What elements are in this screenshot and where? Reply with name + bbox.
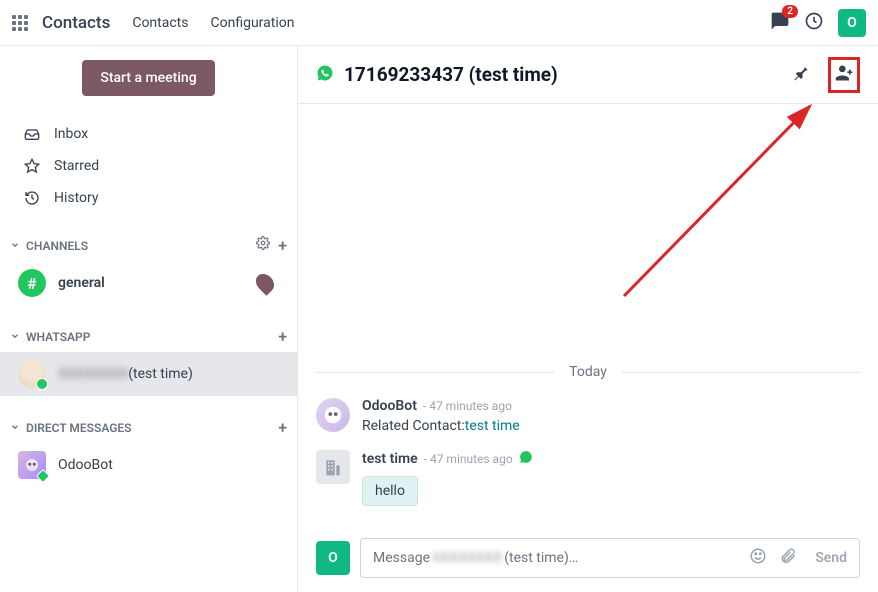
message-contact: test time 47 minutes ago hello (316, 450, 860, 506)
dm-odoobot[interactable]: OdooBot (0, 443, 297, 487)
add-channel-icon[interactable]: + (278, 236, 287, 255)
dm-name: OdooBot (58, 457, 113, 473)
pin-icon[interactable] (792, 64, 810, 86)
chevron-down-icon (10, 330, 20, 344)
send-button[interactable]: Send (815, 550, 847, 566)
input-placeholder: Message XXXXXXXX (test time)… (373, 550, 749, 566)
app-title[interactable]: Contacts (42, 13, 110, 33)
apps-grid-icon[interactable] (12, 15, 28, 31)
message-author: test time (362, 451, 418, 467)
hash-icon: # (18, 269, 46, 297)
chat-title: 17169233437 (test time) (344, 63, 558, 86)
contact-name-hidden: XXXXXXXX (58, 366, 128, 382)
composer-avatar: O (316, 541, 350, 575)
message-bubble: hello (362, 476, 418, 506)
message-author: OdooBot (362, 398, 417, 414)
start-meeting-button[interactable]: Start a meeting (82, 60, 214, 96)
related-contact-link[interactable]: test time (465, 418, 520, 434)
messages-badge: 2 (782, 5, 798, 18)
nav-contacts[interactable]: Contacts (132, 15, 188, 31)
chat-header: 17169233437 (test time) (298, 46, 878, 104)
message-input[interactable]: Message XXXXXXXX (test time)… Send (360, 538, 860, 578)
whatsapp-icon (519, 450, 533, 468)
top-header: Contacts Contacts Configuration 2 O (0, 0, 878, 46)
inbox-icon (24, 126, 40, 142)
attachment-icon[interactable] (779, 547, 797, 569)
section-channels-header[interactable]: CHANNELS + (0, 230, 297, 261)
contact-name-suffix: (test time) (128, 366, 193, 382)
bot-avatar-icon (316, 398, 350, 432)
nav-configuration[interactable]: Configuration (211, 15, 295, 31)
emoji-icon[interactable] (749, 547, 767, 569)
message-text: Related Contact:test time (362, 418, 860, 434)
date-divider: Today (316, 364, 860, 380)
whatsapp-icon (316, 64, 334, 86)
bot-avatar (18, 451, 46, 479)
sidebar-item-starred[interactable]: Starred (0, 150, 297, 182)
activity-clock-icon[interactable] (804, 11, 824, 35)
add-whatsapp-icon[interactable]: + (278, 327, 287, 346)
star-icon (24, 158, 40, 174)
add-user-icon[interactable] (834, 71, 854, 87)
messages-icon[interactable]: 2 (770, 11, 790, 35)
add-dm-icon[interactable]: + (278, 418, 287, 437)
section-dm-header[interactable]: DIRECT MESSAGES + (0, 412, 297, 443)
section-label: DIRECT MESSAGES (26, 421, 278, 435)
gear-icon[interactable] (256, 236, 270, 255)
chevron-down-icon (10, 239, 20, 253)
section-label: CHANNELS (26, 239, 256, 253)
sidebar-item-label: Inbox (54, 126, 88, 142)
sidebar: Start a meeting Inbox Starred History CH… (0, 46, 298, 592)
whatsapp-badge-icon (36, 378, 48, 390)
whatsapp-thread-active[interactable]: XXXXXXXX (test time) (0, 352, 297, 396)
messages-area: Today OdooBot 47 minutes ago Related Con… (298, 104, 878, 524)
composer: O Message XXXXXXXX (test time)… Send (298, 524, 878, 592)
sidebar-item-label: Starred (54, 158, 99, 174)
contact-avatar (18, 360, 46, 388)
channel-name: general (58, 275, 257, 291)
history-icon (24, 190, 40, 206)
chevron-down-icon (10, 421, 20, 435)
chat-content: 17169233437 (test time) Today (298, 46, 878, 592)
user-avatar[interactable]: O (838, 9, 866, 37)
section-whatsapp-header[interactable]: WHATSAPP + (0, 321, 297, 352)
channel-general[interactable]: # general (0, 261, 297, 305)
sidebar-item-history[interactable]: History (0, 182, 297, 214)
sidebar-item-label: History (54, 190, 99, 206)
message-odoobot: OdooBot 47 minutes ago Related Contact:t… (316, 398, 860, 434)
message-time: 47 minutes ago (423, 399, 512, 413)
section-label: WHATSAPP (26, 330, 278, 344)
message-time: 47 minutes ago (424, 452, 513, 466)
add-user-highlight (828, 57, 860, 93)
sidebar-item-inbox[interactable]: Inbox (0, 118, 297, 150)
divider-label: Today (555, 364, 621, 380)
company-avatar-icon (316, 450, 350, 484)
